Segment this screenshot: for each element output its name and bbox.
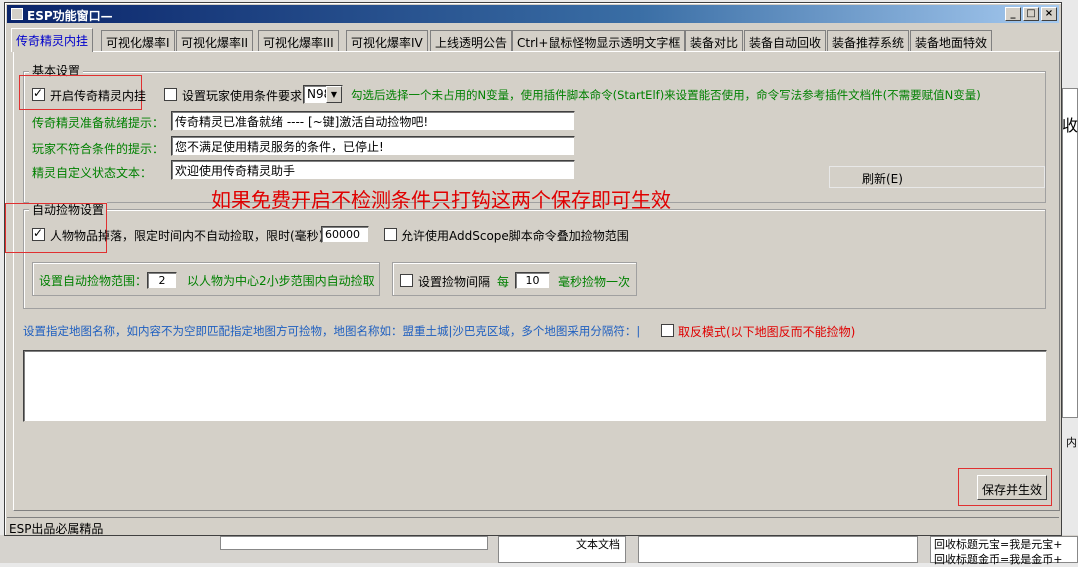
status-bar: ESP出品必属精品	[7, 517, 1059, 536]
interval-label[interactable]: 设置捡物间隔	[418, 273, 490, 290]
background-text: 文本文档	[576, 538, 620, 551]
scope-checkbox[interactable]	[384, 228, 397, 241]
drop-checkbox[interactable]	[32, 226, 45, 241]
notmet-input[interactable]: 您不满足使用精灵服务的条件，已停止!	[171, 136, 575, 156]
close-button[interactable]: ×	[1041, 7, 1057, 21]
tab-announcement[interactable]: 上线透明公告	[430, 30, 513, 51]
drop-input[interactable]: 60000	[321, 226, 369, 243]
tab-droprate-4[interactable]: 可视化爆率IV	[346, 30, 428, 51]
save-button-label: 保存并生效	[981, 483, 1042, 497]
reverse-checkbox[interactable]	[661, 324, 674, 337]
background-window-bottom	[220, 536, 488, 550]
save-button[interactable]: 保存并生效	[977, 475, 1047, 500]
background-text: 回收标题金币=我是金币+	[934, 553, 1063, 566]
condition-hint: 勾选后选择一个未占用的N变量，使用插件脚本命令(StartElf)来设置能否使用…	[351, 88, 981, 102]
background-text: 收	[1062, 116, 1078, 135]
drop-label[interactable]: 人物物品掉落，限定时间内不自动捡取，限时(毫秒)：	[50, 227, 335, 244]
tab-droprate-2[interactable]: 可视化爆率II	[176, 30, 254, 51]
status-text-label: 精灵自定义状态文本：	[32, 166, 153, 180]
range-hint: 以人物为中心2小步范围内自动捡取	[187, 274, 375, 288]
enable-elf-checkbox[interactable]	[32, 86, 45, 101]
ready-input[interactable]: 传奇精灵已准备就绪 ---- [~键]激活自动捡物吧!	[171, 111, 575, 131]
tab-droprate-1[interactable]: 可视化爆率I	[101, 30, 175, 51]
range-label: 设置自动捡物范围：	[39, 274, 148, 288]
refresh-button[interactable]: 刷新(E)	[829, 166, 1045, 188]
condition-checkbox[interactable]	[164, 88, 177, 101]
tab-equip-recommend[interactable]: 装备推荐系统	[827, 30, 910, 51]
condition-label[interactable]: 设置玩家使用条件要求	[182, 87, 302, 104]
background-text: 回收标题元宝=我是元宝+	[934, 538, 1063, 551]
map-textarea[interactable]	[23, 350, 1047, 422]
chevron-down-icon[interactable]: ▼	[326, 86, 342, 103]
tab-equip-compare[interactable]: 装备对比	[685, 30, 744, 51]
scope-label[interactable]: 允许使用AddScope脚本命令叠加捡物范围	[401, 227, 629, 244]
tab-elf[interactable]: 传奇精灵内挂	[11, 28, 94, 52]
reverse-label[interactable]: 取反模式(以下地图反而不能捡物)	[678, 323, 855, 340]
maximize-button[interactable]: □	[1023, 7, 1039, 21]
enable-elf-label[interactable]: 开启传奇精灵内挂	[50, 87, 146, 104]
ready-label: 传奇精灵准备就绪提示：	[32, 116, 165, 130]
map-hint: 设置指定地图名称，如内容不为空即匹配指定地图方可捡物，地图名称如：盟重土城|沙巴…	[23, 324, 641, 338]
interval-checkbox[interactable]	[400, 274, 413, 287]
refresh-button-label: 刷新(E)	[862, 172, 903, 186]
tab-droprate-3[interactable]: 可视化爆率III	[258, 30, 339, 51]
interval-input[interactable]: 10	[515, 272, 550, 289]
status-text-input[interactable]: 欢迎使用传奇精灵助手	[171, 160, 575, 180]
interval-suffix: 毫秒捡物一次	[558, 275, 631, 289]
tab-ctrl-mouse[interactable]: Ctrl+鼠标怪物显示透明文字框	[512, 30, 686, 51]
background-window-bottom	[638, 536, 918, 563]
notmet-label: 玩家不符合条件的提示：	[32, 142, 165, 156]
tab-equip-recycle[interactable]: 装备自动回收	[744, 30, 827, 51]
condition-select[interactable]: N98 ▼	[303, 85, 343, 104]
background-window-right	[1062, 88, 1078, 418]
esp-window: ESP功能窗口— _ □ × 传奇精灵内挂 可视化爆率I 可视化爆率II 可视化…	[4, 2, 1062, 536]
interval-prefix: 每	[497, 275, 510, 289]
app-icon	[11, 8, 23, 20]
window-title: ESP功能窗口—	[27, 9, 113, 23]
minimize-button[interactable]: _	[1005, 7, 1021, 21]
tab-ground-effect[interactable]: 装备地面特效	[910, 30, 993, 51]
status-bar-text: ESP出品必属精品	[9, 522, 104, 536]
background-text: 内	[1066, 436, 1077, 449]
range-input[interactable]: 2	[147, 272, 177, 289]
title-bar[interactable]: ESP功能窗口— _ □ ×	[7, 5, 1059, 23]
